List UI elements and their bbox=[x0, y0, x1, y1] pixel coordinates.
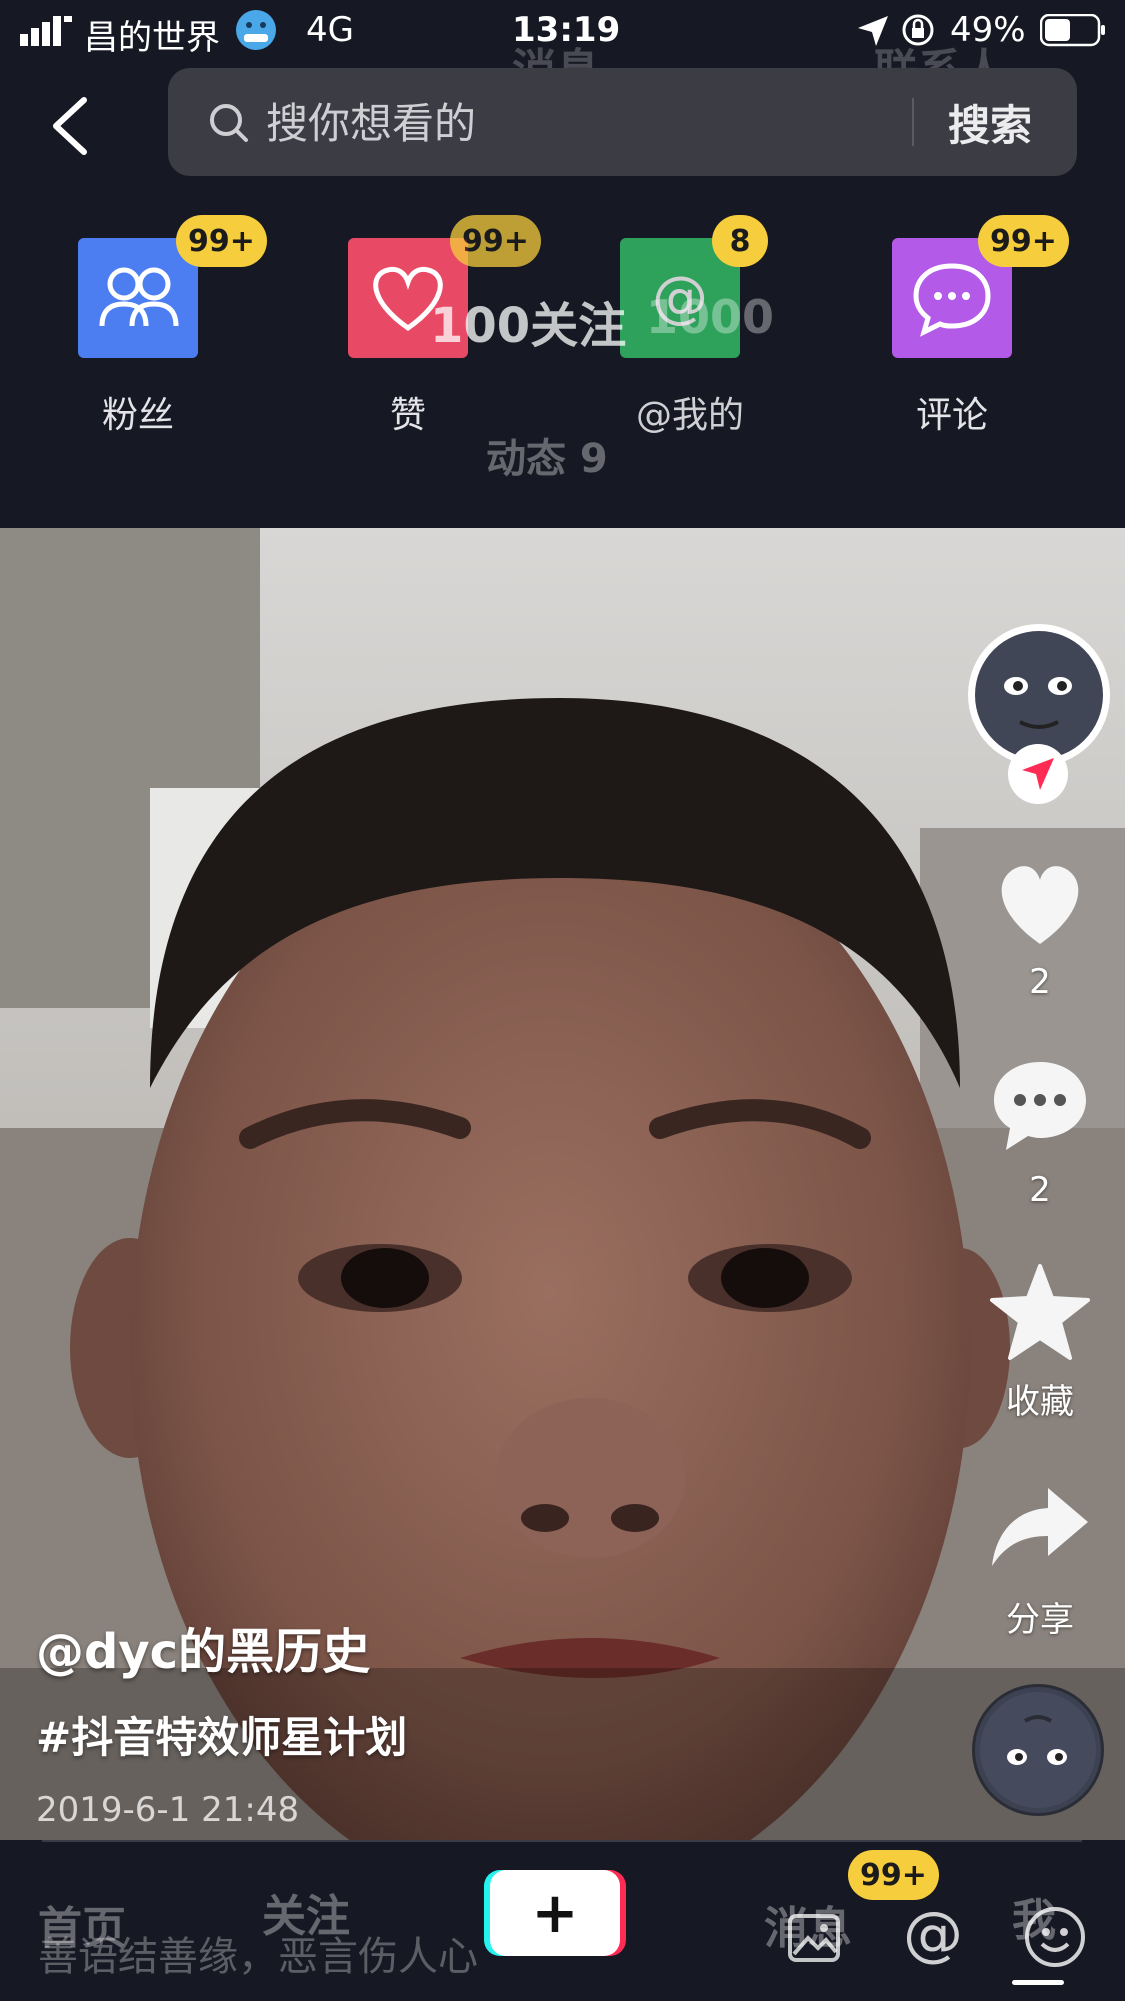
fans-badge: 99+ bbox=[176, 215, 267, 267]
video-author[interactable]: @dyc的黑历史 bbox=[36, 1612, 370, 1682]
video-player[interactable]: 2 2 收藏 分享 @dyc的黑历史 #抖音特效师星计划 2019-6-1 21… bbox=[0, 528, 1125, 1840]
svg-text:@: @ bbox=[903, 1904, 963, 1969]
bottom-divider bbox=[42, 1840, 1082, 1842]
moon-face-disc-icon bbox=[980, 1692, 1096, 1808]
cold-face-emoji-icon bbox=[236, 10, 276, 50]
carrier-name: 昌的世界 bbox=[84, 18, 220, 58]
comments-label: 评论 bbox=[915, 395, 988, 436]
search-button[interactable]: 搜索 bbox=[948, 92, 1032, 153]
mention-at-icon[interactable]: @ bbox=[900, 1904, 966, 1970]
bottom-bar: 首页 关注 + 消息 99+ 我 善语结善缘，恶言伤人心 @ bbox=[0, 1840, 1125, 2001]
likes-label: 赞 bbox=[389, 395, 426, 436]
emoji-icon[interactable] bbox=[1022, 1904, 1088, 1970]
comment-icon[interactable] bbox=[990, 1056, 1090, 1156]
active-tab-indicator bbox=[1012, 1980, 1064, 1985]
share-label: 分享 bbox=[1006, 1600, 1074, 1640]
share-arrow-icon[interactable] bbox=[988, 1482, 1092, 1572]
ghost-follow-count: 100关注 bbox=[430, 298, 627, 354]
create-button[interactable]: + bbox=[490, 1870, 620, 1956]
signal-icon bbox=[20, 16, 72, 46]
network-type: 4G bbox=[306, 10, 354, 50]
search-input[interactable] bbox=[264, 92, 768, 154]
mentions-label: @我的 bbox=[635, 395, 744, 436]
messages-badge: 99+ bbox=[848, 1850, 939, 1900]
plus-icon: + bbox=[531, 1880, 579, 1946]
moon-face-icon bbox=[975, 631, 1103, 759]
ghost-dynamic: 动态 9 bbox=[486, 436, 608, 482]
like-heart-icon[interactable] bbox=[990, 858, 1090, 948]
video-hashtag[interactable]: #抖音特效师星计划 bbox=[36, 1704, 407, 1765]
comments-badge: 99+ bbox=[978, 215, 1069, 267]
fans-label: 粉丝 bbox=[101, 395, 174, 436]
video-timestamp: 2019-6-1 21:48 bbox=[36, 1790, 300, 1830]
battery-icon bbox=[1040, 14, 1105, 47]
image-icon[interactable] bbox=[786, 1910, 842, 1966]
favorite-label: 收藏 bbox=[1006, 1382, 1074, 1422]
mentions-badge: 8 bbox=[712, 215, 768, 267]
favorite-star-icon[interactable] bbox=[988, 1262, 1092, 1362]
comment-count: 2 bbox=[1029, 1170, 1051, 1210]
search-bar[interactable]: 搜索 bbox=[168, 68, 1077, 176]
ghost-overlap-number: 1000 bbox=[646, 290, 775, 344]
music-disc[interactable] bbox=[972, 1684, 1104, 1816]
search-icon bbox=[210, 104, 248, 142]
send-arrow-icon bbox=[1022, 758, 1054, 790]
like-count: 2 bbox=[1029, 962, 1051, 1002]
likes-badge: 99+ bbox=[450, 215, 541, 267]
search-divider bbox=[912, 98, 914, 146]
back-arrow-icon[interactable] bbox=[48, 96, 92, 156]
follow-author-button[interactable] bbox=[1008, 744, 1068, 804]
comment-input-placeholder[interactable]: 善语结善缘，恶言伤人心 bbox=[38, 1924, 478, 1982]
